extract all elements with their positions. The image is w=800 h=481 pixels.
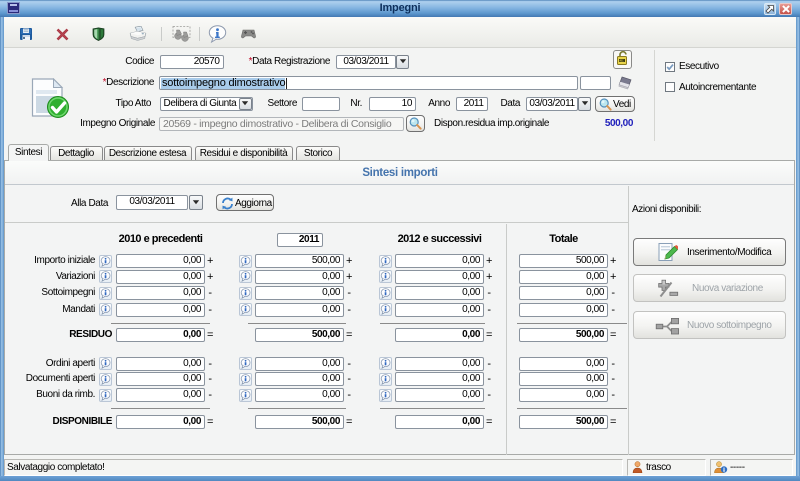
svg-text:ABC: ABC	[619, 59, 624, 63]
